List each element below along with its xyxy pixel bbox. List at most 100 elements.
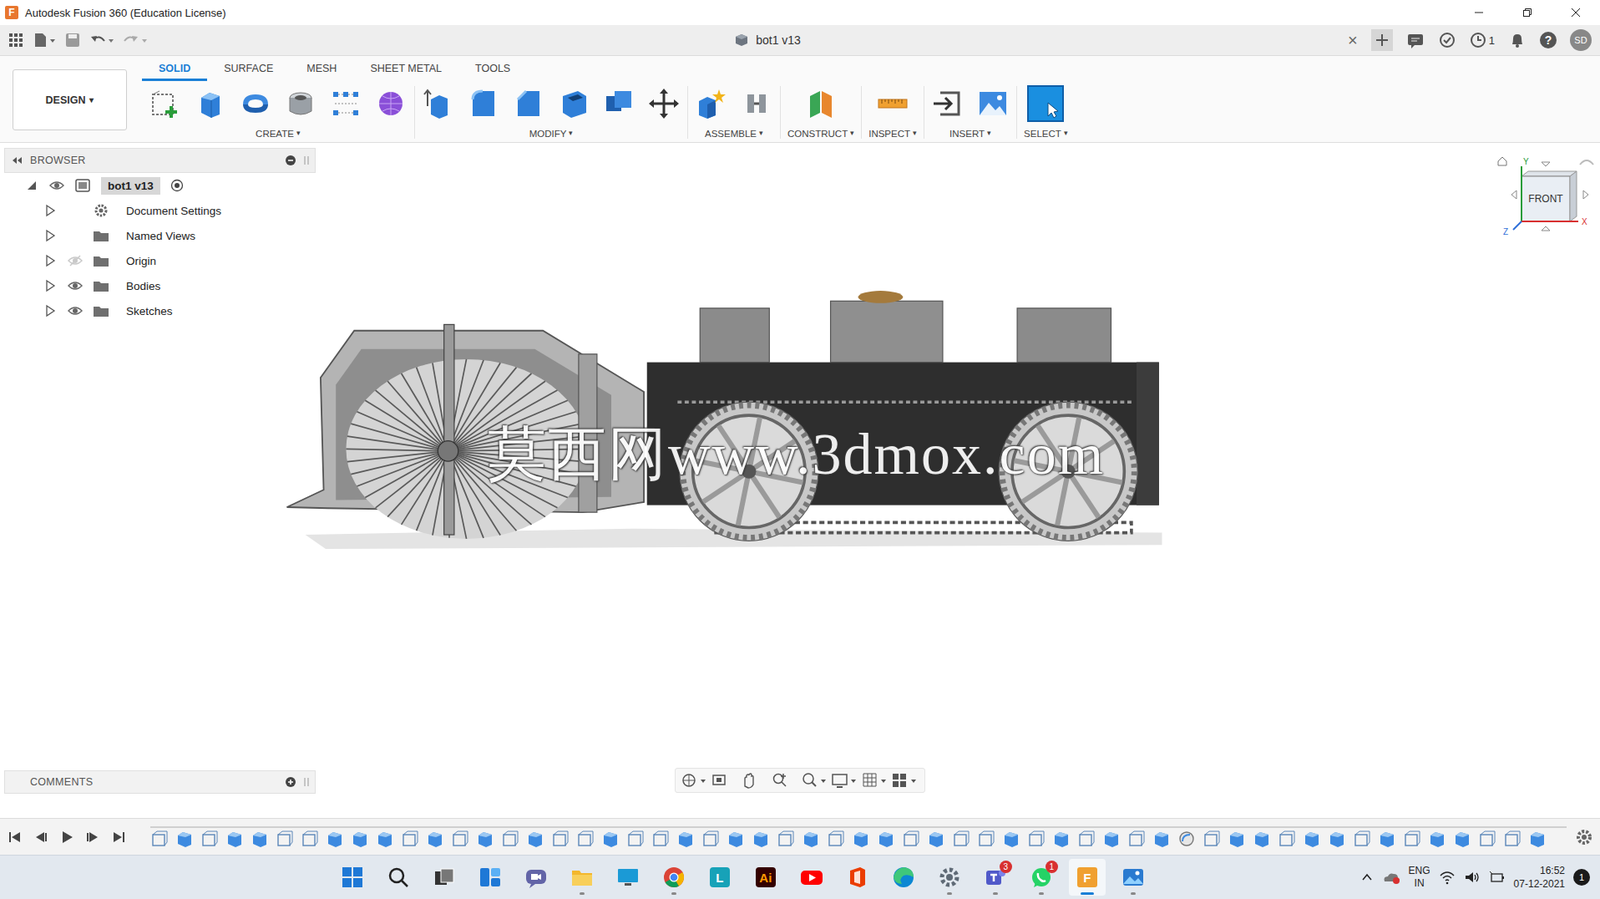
taskbar-app[interactable]: L <box>701 858 739 896</box>
orbit-icon[interactable] <box>680 770 709 790</box>
browser-node[interactable]: Sketches <box>4 298 316 324</box>
notification-center-badge[interactable]: 1 <box>1573 868 1590 886</box>
sketch-feature-icon[interactable] <box>901 829 921 848</box>
browser-node[interactable]: Document Settings <box>4 197 316 223</box>
grid-icon[interactable] <box>860 770 890 790</box>
sketch-feature-icon[interactable] <box>1478 829 1497 848</box>
visibility-eye-icon[interactable] <box>67 303 83 319</box>
extrude-feature-icon[interactable] <box>1377 829 1397 848</box>
step-forward-icon[interactable] <box>84 829 102 845</box>
expand-triangle-icon[interactable] <box>42 278 58 294</box>
tool-group-label[interactable]: CONSTRUCT▾ <box>787 128 855 139</box>
sketch-feature-icon[interactable] <box>150 829 169 848</box>
wifi-icon[interactable] <box>1438 869 1456 885</box>
onedrive-icon[interactable] <box>1382 869 1401 885</box>
tool-button[interactable] <box>931 86 965 121</box>
display-icon[interactable] <box>830 770 860 790</box>
tool-button[interactable] <box>556 86 591 121</box>
look-icon[interactable] <box>710 770 740 790</box>
user-avatar[interactable]: SD <box>1569 29 1592 51</box>
extrude-feature-icon[interactable] <box>676 829 695 848</box>
taskbar-app[interactable] <box>517 858 555 896</box>
tool-button[interactable] <box>329 86 363 121</box>
sketch-feature-icon[interactable] <box>1352 829 1372 848</box>
data-panel-grid-icon[interactable] <box>6 30 26 50</box>
sketch-feature-icon[interactable] <box>450 829 470 848</box>
job-status[interactable]: 1 <box>1469 31 1495 49</box>
taskbar-app[interactable] <box>609 858 647 896</box>
tool-group-label[interactable]: ASSEMBLE▾ <box>704 128 764 139</box>
sketch-feature-icon[interactable] <box>1202 829 1221 848</box>
taskbar-app[interactable] <box>379 858 417 896</box>
sketch-feature-icon[interactable] <box>1503 829 1522 848</box>
tool-button[interactable] <box>647 86 681 121</box>
viewports-icon[interactable] <box>891 770 920 790</box>
tool-group-label[interactable]: SELECT▾ <box>1023 128 1069 139</box>
taskbar-app[interactable] <box>655 858 693 896</box>
zoom-icon[interactable] <box>770 770 800 790</box>
sketch-feature-icon[interactable] <box>501 829 520 848</box>
tool-button[interactable] <box>1028 86 1063 121</box>
tool-button[interactable] <box>283 86 318 121</box>
extrude-feature-icon[interactable] <box>1152 829 1171 848</box>
taskbar-app[interactable]: F <box>1068 858 1106 896</box>
tool-button[interactable] <box>466 86 501 121</box>
sketch-feature-icon[interactable] <box>651 829 670 848</box>
notification-bell-icon[interactable] <box>1508 30 1527 50</box>
play-icon[interactable] <box>58 829 76 845</box>
tool-button[interactable] <box>238 86 273 121</box>
browser-node[interactable]: Named Views <box>4 222 316 249</box>
taskbar-app[interactable] <box>885 858 922 896</box>
expand-triangle-icon[interactable] <box>42 253 58 269</box>
extrude-feature-icon[interactable] <box>1102 829 1121 848</box>
sketch-feature-icon[interactable] <box>1402 829 1422 848</box>
canvas-viewport[interactable]: 莫西网www.3dmox.comBROWSERbot1 v13Document … <box>0 142 1600 818</box>
extrude-feature-icon[interactable] <box>1427 829 1447 848</box>
fillet-feature-icon[interactable] <box>1177 829 1196 848</box>
sketch-feature-icon[interactable] <box>826 829 846 848</box>
tool-button[interactable] <box>193 86 228 121</box>
extrude-feature-icon[interactable] <box>175 829 194 848</box>
battery-icon[interactable] <box>1488 869 1506 885</box>
input-language[interactable]: ENGIN <box>1408 864 1431 890</box>
sketch-feature-icon[interactable] <box>200 829 219 848</box>
sketch-feature-icon[interactable] <box>977 829 996 848</box>
extrude-feature-icon[interactable] <box>225 829 244 848</box>
view-cube[interactable]: FRONTYXZ <box>1494 154 1595 238</box>
extrude-feature-icon[interactable] <box>851 829 871 848</box>
toolbar-tab[interactable]: SHEET METAL <box>353 62 459 82</box>
sketch-feature-icon[interactable] <box>551 829 570 848</box>
tool-button[interactable] <box>421 86 456 121</box>
home-icon[interactable] <box>1498 156 1507 166</box>
sketch-feature-icon[interactable] <box>1277 829 1297 848</box>
expand-triangle-icon[interactable] <box>42 227 58 244</box>
extrude-feature-icon[interactable] <box>1002 829 1021 848</box>
sketch-feature-icon[interactable] <box>576 829 595 848</box>
taskbar-app[interactable]: 3 <box>977 858 1014 896</box>
tool-button[interactable] <box>602 86 636 121</box>
sketch-feature-icon[interactable] <box>626 829 645 848</box>
expand-triangle-icon[interactable] <box>42 202 58 218</box>
extrude-feature-icon[interactable] <box>526 829 545 848</box>
tool-button[interactable] <box>511 86 546 121</box>
taskbar-app[interactable] <box>334 858 371 896</box>
expand-triangle-icon[interactable] <box>24 177 40 193</box>
visibility-eye-icon[interactable] <box>49 177 65 193</box>
volume-icon[interactable] <box>1463 869 1481 885</box>
taskbar-app[interactable]: Ai <box>747 858 785 896</box>
taskbar-app[interactable]: 1 <box>1022 858 1060 896</box>
clock[interactable]: 16:5207-12-2021 <box>1513 863 1565 891</box>
snow-plow-robot-model[interactable] <box>283 285 1170 553</box>
sketch-feature-icon[interactable] <box>951 829 971 848</box>
taskbar-app[interactable] <box>425 858 463 896</box>
extrude-feature-icon[interactable] <box>926 829 946 848</box>
pan-icon[interactable] <box>740 770 770 790</box>
extrude-feature-icon[interactable] <box>1052 829 1071 848</box>
minimize-button[interactable] <box>1454 0 1504 26</box>
tool-button[interactable] <box>694 86 729 121</box>
step-back-icon[interactable] <box>32 829 50 845</box>
extrude-feature-icon[interactable] <box>1528 829 1547 848</box>
add-comment-icon[interactable] <box>284 775 297 788</box>
extrude-feature-icon[interactable] <box>325 829 345 848</box>
extrude-feature-icon[interactable] <box>1252 829 1271 848</box>
